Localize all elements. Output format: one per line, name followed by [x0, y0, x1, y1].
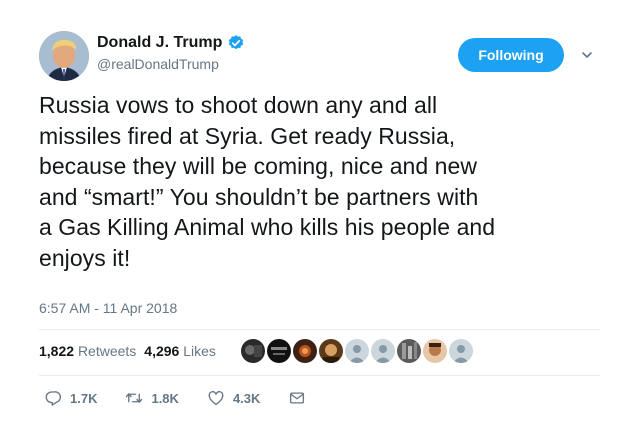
divider: [39, 375, 600, 376]
avatar-image: [39, 31, 89, 81]
author-info[interactable]: Donald J. Trump @realDonaldTrump: [97, 34, 245, 72]
likes-label: Likes: [183, 343, 216, 359]
author-handle[interactable]: @realDonaldTrump: [97, 56, 245, 72]
tweet-timestamp[interactable]: 6:57 AM - 11 Apr 2018: [39, 300, 177, 316]
chevron-down-icon[interactable]: [580, 48, 594, 62]
retweets-count: 1,822: [39, 343, 75, 359]
tweet-text-line: enjoys it!: [39, 244, 131, 271]
liker-avatar[interactable]: [319, 339, 343, 363]
tweet-text-line: because they will be coming, nice and ne…: [39, 153, 478, 179]
following-button[interactable]: Following: [458, 38, 564, 72]
like-button[interactable]: 4.3K: [207, 389, 260, 407]
author-name[interactable]: Donald J. Trump: [97, 34, 245, 52]
reply-count: 1.7K: [70, 390, 98, 406]
likes-stat[interactable]: 4,296 Likes: [144, 343, 216, 359]
liker-avatar[interactable]: [423, 339, 447, 363]
liker-avatar[interactable]: [241, 339, 265, 363]
author-name-text[interactable]: Donald J. Trump: [97, 34, 222, 52]
direct-message-button[interactable]: [288, 389, 306, 407]
divider: [39, 329, 600, 330]
tweet-text-line: a Gas Killing Animal who kills his peopl…: [39, 214, 496, 240]
tweet-text-line: missiles fired at Syria. Get ready Russi…: [39, 122, 456, 149]
author-avatar[interactable]: [39, 31, 89, 81]
reply-button[interactable]: 1.7K: [44, 389, 97, 407]
retweet-button[interactable]: 1.8K: [125, 389, 179, 407]
tweet-stats: 1,822 Retweets 4,296 Likes: [39, 343, 216, 359]
tweet-text-line: Russia vows to shoot down any and all: [39, 92, 438, 118]
liker-avatar[interactable]: [345, 339, 369, 363]
envelope-icon: [290, 392, 305, 404]
retweets-stat[interactable]: 1,822 Retweets: [39, 343, 136, 359]
likes-count: 4,296: [144, 343, 180, 359]
tweet-text: Russia vows to shoot down any and all mi…: [39, 90, 609, 273]
retweets-label: Retweets: [77, 343, 137, 359]
verified-badge-icon: [229, 35, 244, 50]
liker-avatar[interactable]: [397, 339, 421, 363]
liker-avatars: [241, 339, 473, 363]
liker-avatar[interactable]: [449, 339, 473, 363]
tweet-text-line: and “smart!” You shouldn’t be partners w…: [39, 183, 479, 210]
like-count: 4.3K: [232, 390, 261, 406]
heart-icon: [208, 391, 224, 406]
reply-icon: [45, 391, 62, 406]
retweet-count: 1.8K: [151, 390, 179, 406]
liker-avatar[interactable]: [267, 339, 291, 363]
liker-avatar[interactable]: [371, 339, 395, 363]
liker-avatar[interactable]: [293, 339, 317, 363]
tweet-actions: 1.7K 1.8K 4.3K: [44, 389, 334, 407]
retweet-icon: [126, 393, 143, 403]
